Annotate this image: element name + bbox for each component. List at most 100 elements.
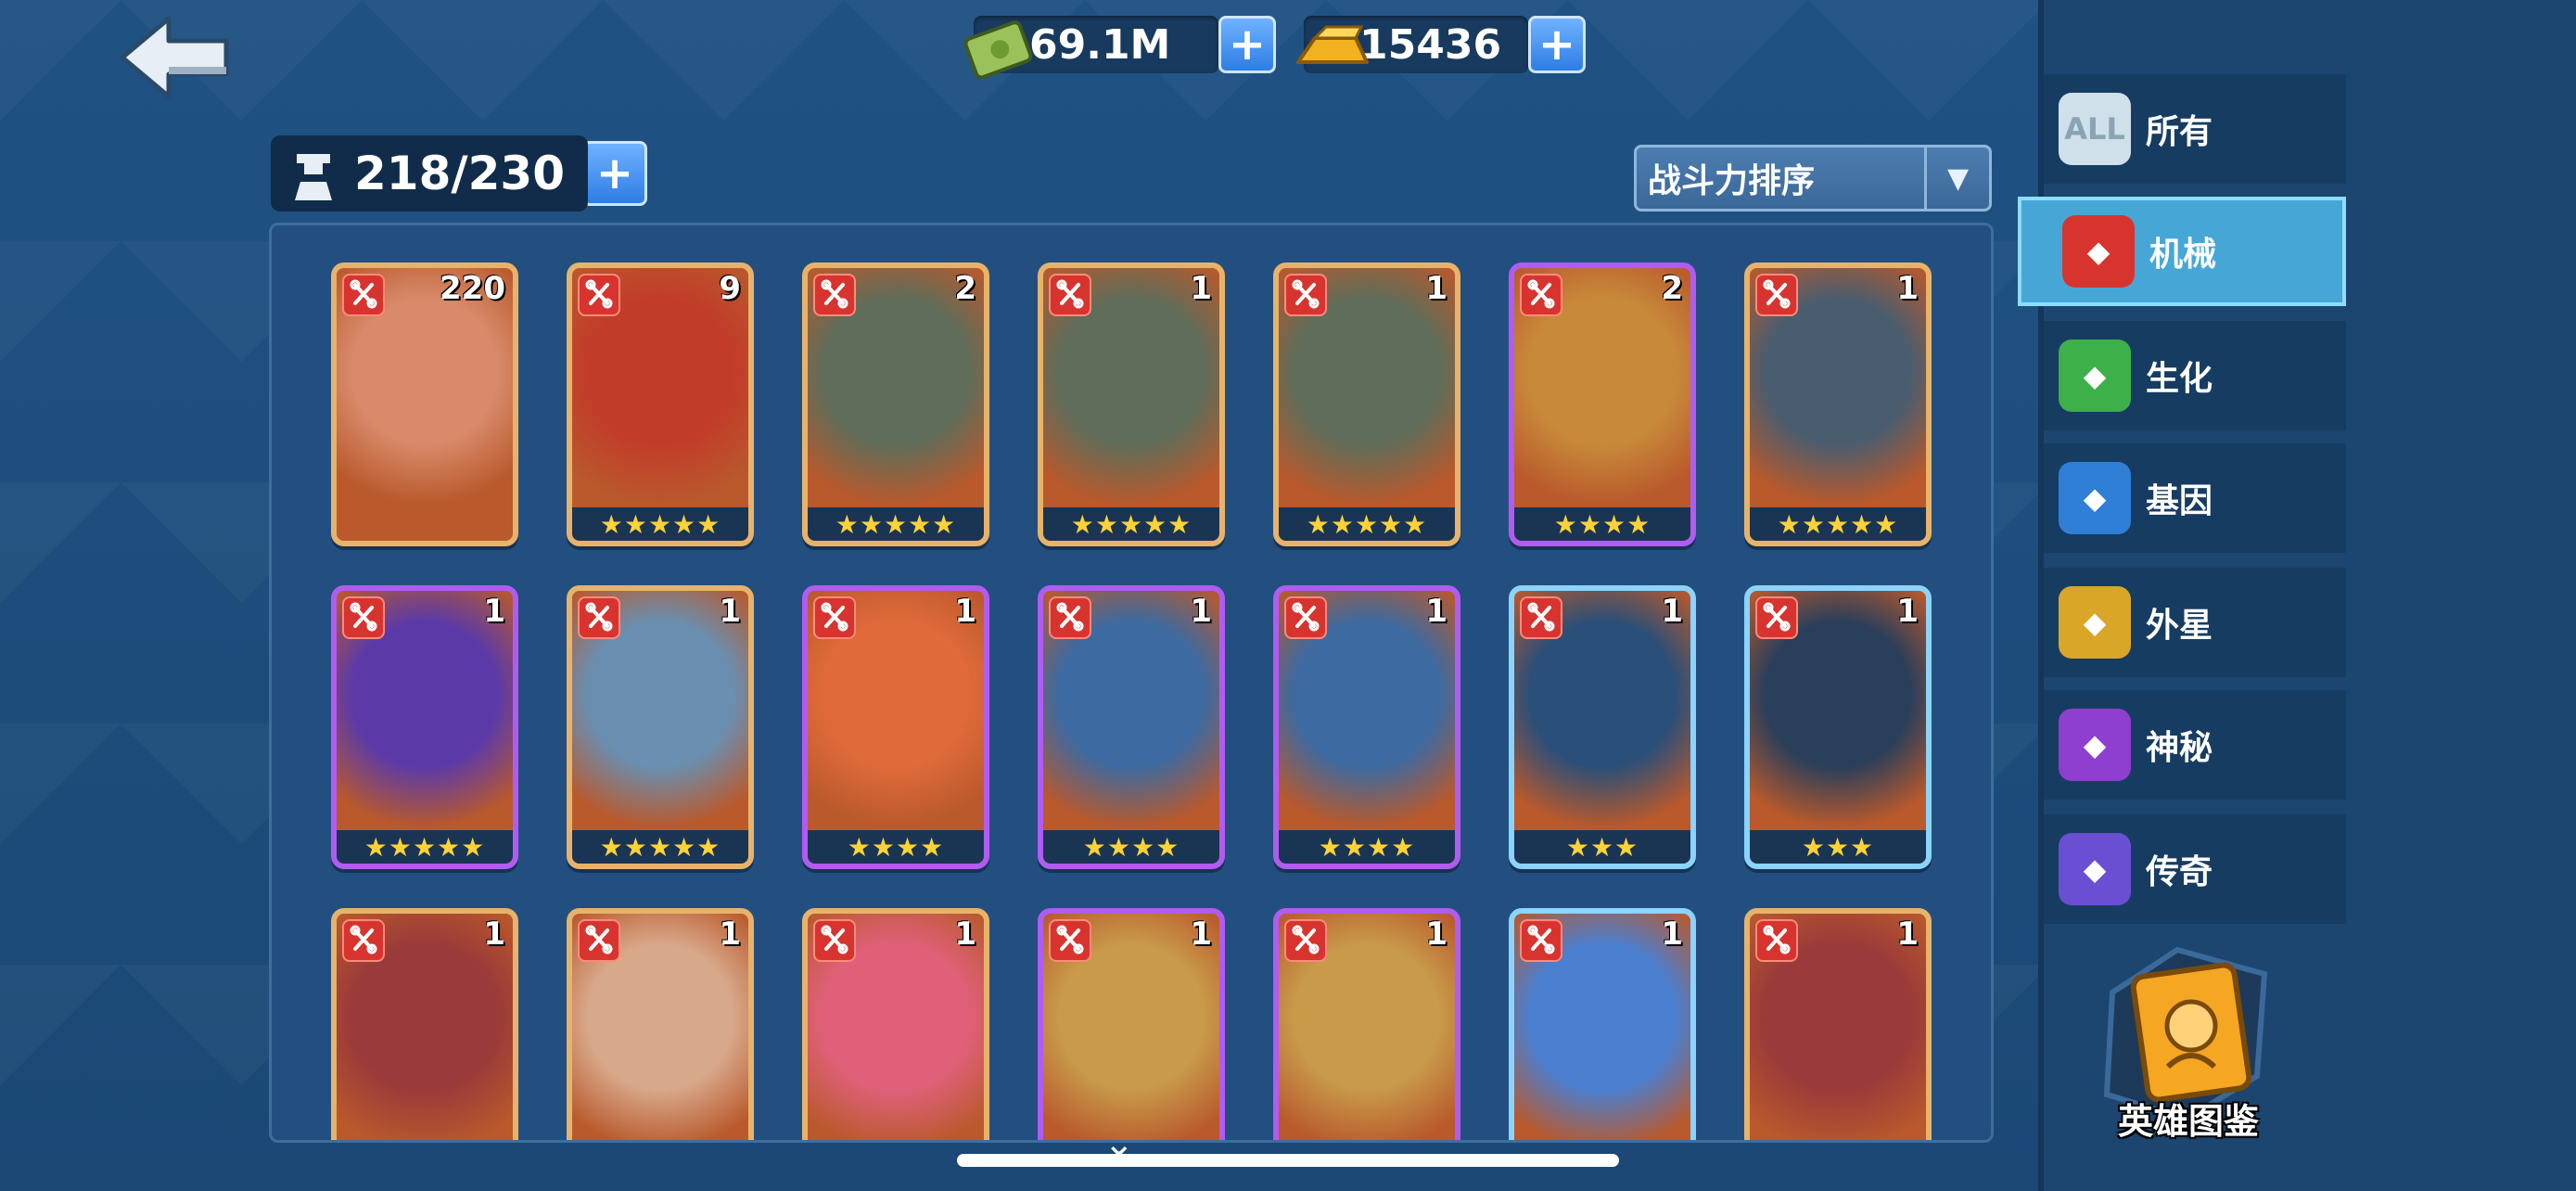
cash-icon (963, 20, 1033, 80)
hero-level: 1 (954, 593, 976, 630)
category-legend[interactable]: ◆ 传奇 (2044, 814, 2346, 924)
mechanical-type-icon (1520, 596, 1562, 639)
hero-card[interactable]: 1 (1744, 908, 1932, 1140)
hero-level: 9 (719, 270, 741, 307)
hero-level: 1 (1661, 916, 1683, 953)
hero-card[interactable]: 1 ★★★★★ (331, 585, 518, 869)
hero-stars: ★★★★★ (1043, 507, 1219, 541)
hero-stars: ★★★★★ (1750, 507, 1926, 541)
hero-level: 1 (1896, 270, 1919, 307)
hero-card[interactable]: 1 ★★★★ (802, 585, 989, 869)
add-gold-button[interactable]: + (1528, 16, 1586, 73)
hero-card[interactable]: 2 ★★★★★ (802, 263, 989, 546)
alien-icon: ◆ (2059, 586, 2131, 659)
hero-level: 1 (1425, 593, 1447, 630)
mechanical-type-icon (1049, 596, 1091, 639)
hero-card[interactable]: 1 ★★★★★ (1273, 263, 1460, 546)
category-label: 基因 (2146, 482, 2213, 520)
hero-stars: ★★★★★ (572, 830, 748, 864)
category-label: 生化 (2146, 360, 2213, 398)
mechanical-type-icon (578, 596, 620, 639)
hero-level: 1 (1661, 593, 1683, 630)
mechanical-type-icon (342, 596, 385, 639)
hero-card[interactable]: 1 ★★★★ (1273, 585, 1460, 869)
hero-stars: ★★★★★ (337, 830, 513, 864)
hero-card[interactable]: 1 (802, 908, 989, 1140)
mechanical-type-icon (1049, 274, 1091, 316)
category-biochem[interactable]: ◆ 生化 (2044, 321, 2346, 430)
expand-capacity-button[interactable]: + (582, 141, 647, 206)
sort-dropdown[interactable]: 战斗力排序 ▼ (1634, 145, 1992, 211)
hero-level: 220 (440, 270, 505, 307)
back-button[interactable] (119, 13, 232, 102)
hero-card[interactable]: 1 (1038, 908, 1225, 1140)
hero-level: 1 (1896, 593, 1919, 630)
gold-display: 15436 + (1296, 9, 1586, 80)
mechanical-type-icon (1049, 919, 1091, 962)
gene-icon: ◆ (2059, 462, 2131, 534)
cash-display: 69.1M + (963, 9, 1276, 80)
mechanical-type-icon (342, 919, 385, 962)
back-arrow-icon (120, 16, 229, 99)
hero-grid: 220 9 ★★★★★ 2 ★★★★★ 1 ★★★★★ 1 ★★★★★ 2 ★★★★ 1 ★★★★★ 1 ★… (331, 263, 1932, 1140)
category-label: 机械 (2149, 236, 2217, 274)
category-gene[interactable]: ◆ 基因 (2044, 443, 2346, 553)
hero-level: 1 (1425, 270, 1447, 307)
hero-stars: ★★★★ (1514, 507, 1690, 541)
add-cash-button[interactable]: + (1218, 16, 1276, 73)
chevron-down-icon: ▼ (1924, 147, 1989, 209)
mechanical-type-icon (1520, 274, 1562, 316)
hero-dex-label: 英雄图鉴 (2117, 1101, 2259, 1142)
hero-card[interactable]: 1 ★★★★★ (1744, 263, 1932, 546)
hero-level: 1 (1425, 916, 1447, 953)
hero-stars: ★★★ (1514, 830, 1690, 864)
hero-card[interactable]: 1 (567, 908, 754, 1140)
mechanical-type-icon (1755, 919, 1798, 962)
hero-card[interactable]: 1 (1509, 908, 1696, 1140)
hero-level: 1 (1896, 916, 1919, 953)
mechanical-type-icon (1755, 274, 1798, 316)
hero-card[interactable]: 9 ★★★★★ (567, 263, 754, 546)
category-label: 神秘 (2146, 729, 2213, 767)
hero-level: 1 (719, 916, 741, 953)
legend-icon: ◆ (2059, 833, 2131, 905)
category-alien[interactable]: ◆ 外星 (2044, 568, 2346, 677)
hero-stars: ★★★★ (1279, 830, 1455, 864)
hero-stars: ★★★★★ (1279, 507, 1455, 541)
hero-level: 1 (954, 916, 976, 953)
mechanical-type-icon (813, 919, 856, 962)
mechanical-icon: ◆ (2062, 215, 2135, 288)
sort-selected: 战斗力排序 (1648, 162, 1816, 200)
hero-count-value: 218/230 (354, 147, 566, 200)
hero-bust-icon (295, 154, 332, 200)
hero-card[interactable]: 1 ★★★ (1509, 585, 1696, 869)
biochem-icon: ◆ (2059, 339, 2131, 412)
hero-stars: ★★★★ (1043, 830, 1219, 864)
hero-card[interactable]: 1 ★★★ (1744, 585, 1932, 869)
hero-level: 2 (1661, 270, 1683, 307)
hero-card[interactable]: 1 ★★★★★ (567, 585, 754, 869)
hero-card[interactable]: 1 (1273, 908, 1460, 1140)
mechanical-type-icon (1284, 596, 1327, 639)
category-all[interactable]: ALL 所有 (2044, 74, 2346, 184)
hero-level: 1 (483, 593, 505, 630)
hero-card[interactable]: 2 ★★★★ (1509, 263, 1696, 546)
hero-card[interactable]: 220 (331, 263, 518, 546)
hero-stars: ★★★★★ (808, 507, 984, 541)
category-mystery[interactable]: ◆ 神秘 (2044, 690, 2346, 800)
hero-grid-panel[interactable]: 220 9 ★★★★★ 2 ★★★★★ 1 ★★★★★ 1 ★★★★★ 2 ★★★★ 1 ★★★★★ 1 ★… (269, 223, 1994, 1143)
hero-level: 2 (954, 270, 976, 307)
hero-level: 1 (719, 593, 741, 630)
hero-stars: ★★★★★ (572, 507, 748, 541)
category-mechanical[interactable]: ◆ 机械 (2018, 197, 2346, 306)
hero-level: 1 (1190, 270, 1212, 307)
mechanical-type-icon (1520, 919, 1562, 962)
hero-card[interactable]: 1 ★★★★ (1038, 585, 1225, 869)
mechanical-type-icon (1755, 596, 1798, 639)
hero-stars: ★★★ (1750, 830, 1926, 864)
hero-stars: ★★★★ (808, 830, 984, 864)
hero-card[interactable]: 1 ★★★★★ (1038, 263, 1225, 546)
hero-card[interactable]: 1 (331, 908, 518, 1140)
hero-capacity: 218/230 + (271, 135, 647, 211)
mechanical-type-icon (578, 274, 620, 316)
